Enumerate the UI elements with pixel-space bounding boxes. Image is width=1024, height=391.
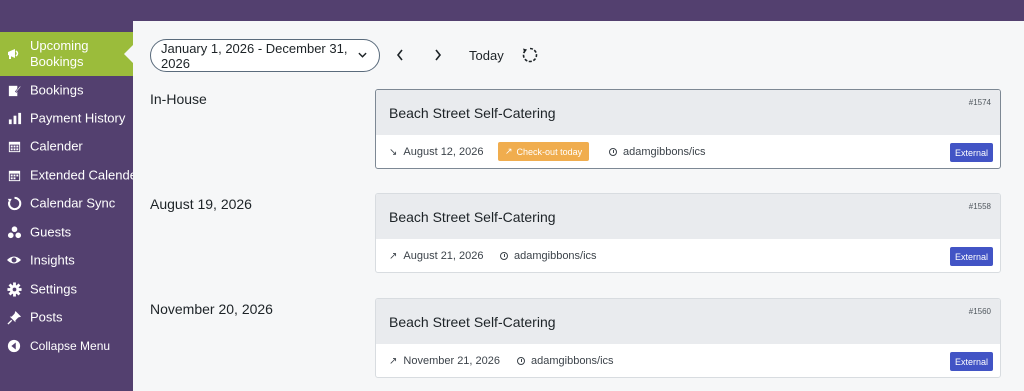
sidebar-item-label: Bookings [30,82,84,98]
sidebar-item-bookings[interactable]: Bookings [0,76,133,104]
main-content: January 1, 2026 - December 31, 2026 Toda… [133,21,1024,391]
sidebar-item-calender[interactable]: Calender [0,132,133,160]
clock-icon [500,252,508,260]
sidebar-item-label: Posts [30,309,63,325]
booking-card[interactable]: Beach Street Self-Catering #1560 ↗ Novem… [375,298,1001,378]
calendar-grid-icon [5,166,23,184]
sidebar-item-insights[interactable]: Insights [0,246,133,274]
external-badge: External [949,247,993,266]
booking-card[interactable]: Beach Street Self-Catering #1558 ↗ Augus… [375,193,1001,273]
booking-id: #1560 [968,307,991,316]
booking-card-header: Beach Street Self-Catering #1558 [376,194,1000,239]
booking-card-header: Beach Street Self-Catering #1560 [376,299,1000,344]
booking-date: ↘ August 12, 2026 [389,146,484,158]
booking-card-footer: ↗ August 21, 2026 adamgibbons/ics Extern… [376,239,1000,272]
collapse-icon [5,337,23,355]
chevron-right-icon [435,49,442,61]
date-range-value: January 1, 2026 - December 31, 2026 [161,40,348,71]
calendar-icon [5,137,23,155]
checkout-badge-label: Check-out today [516,146,583,157]
sidebar-item-payment-history[interactable]: Payment History [0,104,133,132]
arrow-down-right-icon: ↘ [389,146,398,158]
collapse-menu-button[interactable]: Collapse Menu [0,332,133,360]
next-range-button[interactable] [428,45,448,65]
sidebar-item-settings[interactable]: Settings [0,275,133,303]
sidebar-item-label: Insights [30,252,75,268]
edit-icon [5,81,23,99]
sidebar-item-label: Extended Calender [30,167,142,183]
pin-icon [5,308,23,326]
users-icon [5,223,23,241]
booking-card-header: Beach Street Self-Catering #1574 [376,90,1000,135]
booking-title: Beach Street Self-Catering [389,105,556,121]
booking-date-value: November 21, 2026 [403,355,501,367]
sidebar-item-label: Payment History [30,110,126,126]
sidebar-item-label: Settings [30,281,77,297]
booking-source: adamgibbons/ics [609,146,706,158]
group-label: August 19, 2026 [150,196,252,212]
booking-source: adamgibbons/ics [500,250,597,262]
clock-icon [609,148,617,156]
sidebar-item-upcoming-bookings[interactable]: Upcoming Bookings [0,32,133,76]
external-badge: External [949,143,993,162]
booking-source: adamgibbons/ics [517,355,614,367]
sidebar-item-label: Guests [30,224,72,240]
chevron-left-icon [396,49,403,61]
booking-card-footer: ↘ August 12, 2026 ↗ Check-out today adam… [376,135,1000,168]
sidebar-item-calendar-sync[interactable]: Calendar Sync [0,189,133,217]
checkout-today-badge: ↗ Check-out today [498,142,590,161]
arrow-up-right-icon: ↗ [389,250,398,262]
megaphone-icon [5,45,23,63]
sidebar-item-label: Upcoming Bookings [30,38,89,69]
booking-source-value: adamgibbons/ics [623,146,706,158]
sidebar-item-guests[interactable]: Guests [0,218,133,246]
sidebar-item-label: Calender [30,138,83,154]
group-label: In-House [150,91,207,107]
bar-chart-icon [5,109,23,127]
group-label: November 20, 2026 [150,301,273,317]
today-button[interactable]: Today [469,48,504,63]
booking-card-footer: ↗ November 21, 2026 adamgibbons/ics Exte… [376,344,1000,377]
clock-icon [517,357,525,365]
sidebar-item-label: Calendar Sync [30,195,116,211]
arrow-up-right-icon: ↗ [505,146,513,156]
eye-icon [5,251,23,269]
date-range-picker[interactable]: January 1, 2026 - December 31, 2026 [150,39,380,72]
refresh-button[interactable] [521,46,539,64]
sidebar-item-label: Collapse Menu [30,339,111,353]
booking-id: #1574 [968,98,991,107]
sidebar-item-extended-calender[interactable]: Extended Calender [0,161,141,189]
booking-title: Beach Street Self-Catering [389,314,556,330]
chevron-down-icon [358,49,367,60]
booking-card[interactable]: Beach Street Self-Catering #1574 ↘ Augus… [375,89,1001,169]
sync-icon [5,194,23,212]
booking-date-value: August 12, 2026 [403,146,484,158]
booking-date-value: August 21, 2026 [403,250,484,262]
refresh-icon [522,47,538,63]
booking-date: ↗ November 21, 2026 [389,355,500,367]
booking-id: #1558 [968,202,991,211]
booking-source-value: adamgibbons/ics [531,355,614,367]
previous-range-button[interactable] [390,45,410,65]
sidebar-item-posts[interactable]: Posts [0,303,133,331]
gear-icon [5,280,23,298]
arrow-up-right-icon: ↗ [389,355,398,367]
external-badge: External [949,352,993,371]
admin-sidebar: Upcoming Bookings Bookings Payment Histo… [0,21,141,391]
admin-top-bar [0,0,1024,21]
booking-source-value: adamgibbons/ics [514,250,597,262]
booking-title: Beach Street Self-Catering [389,209,556,225]
booking-date: ↗ August 21, 2026 [389,250,484,262]
